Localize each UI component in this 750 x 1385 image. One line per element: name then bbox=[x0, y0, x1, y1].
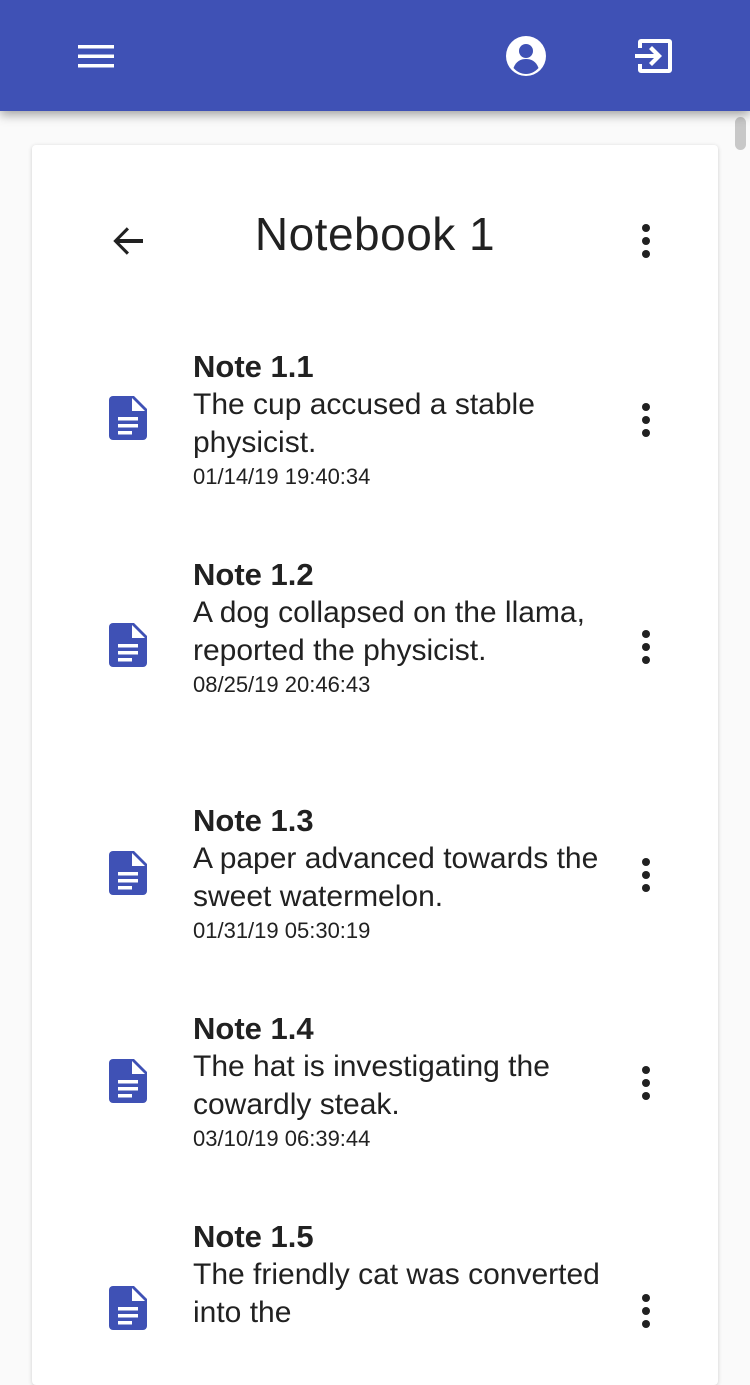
note-title: Note 1.5 bbox=[193, 1219, 314, 1254]
note-title: Note 1.4 bbox=[193, 1011, 314, 1046]
note-more-button[interactable] bbox=[616, 845, 676, 905]
document-icon bbox=[109, 851, 147, 895]
document-icon bbox=[109, 1286, 147, 1330]
note-date: 03/10/19 06:39:44 bbox=[193, 1126, 371, 1151]
note-body: The cup accused a stable physicist. bbox=[193, 388, 535, 459]
hamburger-menu-icon bbox=[78, 44, 114, 67]
scrollbar-thumb[interactable] bbox=[735, 117, 746, 150]
more-vert-icon bbox=[642, 858, 650, 892]
notebook-header: Notebook 1 bbox=[32, 145, 718, 335]
more-vert-icon bbox=[642, 1294, 650, 1328]
note-title: Note 1.3 bbox=[193, 803, 314, 838]
more-vert-icon bbox=[642, 1066, 650, 1100]
note-title: Note 1.2 bbox=[193, 557, 314, 592]
note-title: Note 1.1 bbox=[193, 349, 314, 384]
account-button[interactable] bbox=[478, 0, 574, 111]
list-item[interactable]: Note 1.3 A paper advanced towards the sw… bbox=[32, 799, 718, 979]
document-icon bbox=[109, 623, 147, 667]
notebook-more-button[interactable] bbox=[616, 211, 676, 271]
document-icon bbox=[109, 396, 147, 440]
exit-to-app-icon bbox=[635, 38, 672, 73]
list-item[interactable]: Note 1.2 A dog collapsed on the llama, r… bbox=[32, 553, 718, 773]
list-item[interactable]: Note 1.4 The hat is investigating the co… bbox=[32, 1007, 718, 1187]
more-vert-icon bbox=[642, 403, 650, 437]
app-bar bbox=[0, 0, 750, 111]
note-text: Note 1.3 A paper advanced towards the sw… bbox=[193, 802, 613, 946]
note-more-button[interactable] bbox=[616, 390, 676, 450]
more-vert-icon bbox=[642, 630, 650, 664]
note-date: 01/14/19 19:40:34 bbox=[193, 464, 371, 489]
note-date: 08/25/19 20:46:43 bbox=[193, 672, 371, 697]
note-body: A paper advanced towards the sweet water… bbox=[193, 842, 599, 913]
note-body: The friendly cat was converted into the bbox=[193, 1258, 600, 1329]
more-vert-icon bbox=[642, 224, 650, 258]
menu-button[interactable] bbox=[48, 0, 144, 111]
list-item[interactable]: Note 1.5 The friendly cat was converted … bbox=[32, 1215, 718, 1385]
document-icon bbox=[109, 1059, 147, 1103]
list-item[interactable]: Note 1.1 The cup accused a stable physic… bbox=[32, 345, 718, 525]
note-body: A dog collapsed on the llama, reported t… bbox=[193, 596, 585, 667]
note-more-button[interactable] bbox=[616, 1281, 676, 1341]
logout-button[interactable] bbox=[606, 0, 702, 111]
account-circle-icon bbox=[506, 35, 546, 76]
note-text: Note 1.1 The cup accused a stable physic… bbox=[193, 348, 613, 492]
note-more-button[interactable] bbox=[616, 617, 676, 677]
note-body: The hat is investigating the cowardly st… bbox=[193, 1050, 550, 1121]
note-text: Note 1.4 The hat is investigating the co… bbox=[193, 1010, 613, 1154]
note-more-button[interactable] bbox=[616, 1053, 676, 1113]
note-text: Note 1.2 A dog collapsed on the llama, r… bbox=[193, 556, 613, 700]
notebook-card: Notebook 1 Note 1.1 The cup accused a st… bbox=[32, 145, 718, 1385]
note-text: Note 1.5 The friendly cat was converted … bbox=[193, 1218, 613, 1332]
note-date: 01/31/19 05:30:19 bbox=[193, 918, 371, 943]
